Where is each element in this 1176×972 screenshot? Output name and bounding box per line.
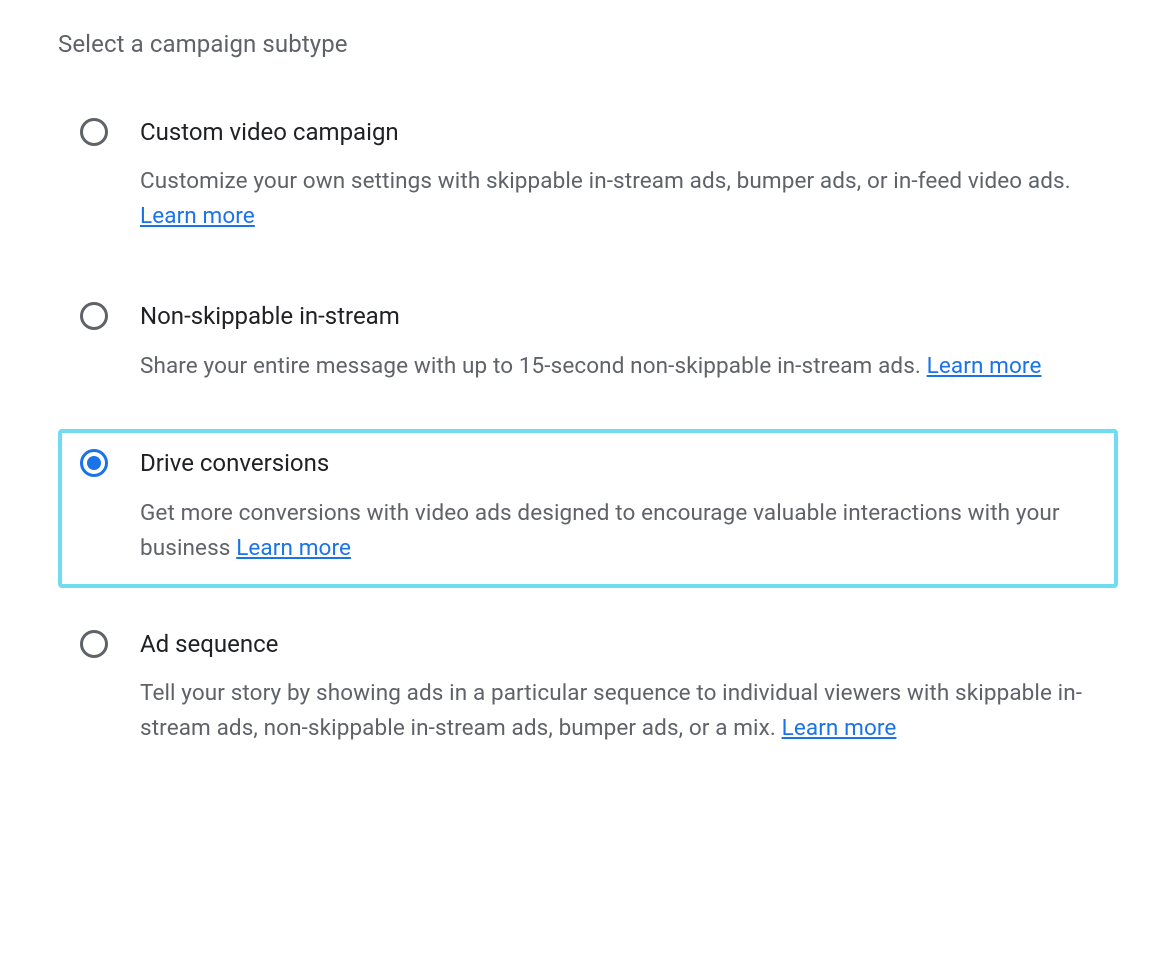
option-desc-text: Customize your own settings with skippab… xyxy=(140,168,1071,194)
option-description: Tell your story by showing ads in a part… xyxy=(140,676,1102,746)
radio-icon[interactable] xyxy=(80,118,108,146)
radio-icon[interactable] xyxy=(80,302,108,330)
campaign-subtype-options: Custom video campaign Customize your own… xyxy=(58,98,1118,768)
option-desc-text: Tell your story by showing ads in a part… xyxy=(140,680,1082,741)
option-desc-text: Share your entire message with up to 15-… xyxy=(140,353,927,379)
radio-icon[interactable] xyxy=(80,630,108,658)
option-custom-video-campaign[interactable]: Custom video campaign Customize your own… xyxy=(58,98,1118,256)
option-body: Custom video campaign Customize your own… xyxy=(140,116,1102,234)
option-description: Customize your own settings with skippab… xyxy=(140,164,1102,234)
option-ad-sequence[interactable]: Ad sequence Tell your story by showing a… xyxy=(58,610,1118,768)
learn-more-link[interactable]: Learn more xyxy=(927,353,1042,379)
radio-icon[interactable] xyxy=(80,449,108,477)
learn-more-link[interactable]: Learn more xyxy=(140,203,255,229)
option-drive-conversions[interactable]: Drive conversions Get more conversions w… xyxy=(58,429,1118,587)
option-description: Share your entire message with up to 15-… xyxy=(140,349,1102,384)
option-body: Non-skippable in-stream Share your entir… xyxy=(140,300,1102,383)
option-title: Drive conversions xyxy=(140,447,1102,479)
option-body: Drive conversions Get more conversions w… xyxy=(140,447,1102,565)
option-title: Ad sequence xyxy=(140,628,1102,660)
option-non-skippable-in-stream[interactable]: Non-skippable in-stream Share your entir… xyxy=(58,282,1118,405)
option-title: Non-skippable in-stream xyxy=(140,300,1102,332)
learn-more-link[interactable]: Learn more xyxy=(782,715,897,741)
section-title: Select a campaign subtype xyxy=(58,30,1118,58)
option-body: Ad sequence Tell your story by showing a… xyxy=(140,628,1102,746)
learn-more-link[interactable]: Learn more xyxy=(236,535,351,561)
option-title: Custom video campaign xyxy=(140,116,1102,148)
option-description: Get more conversions with video ads desi… xyxy=(140,496,1102,566)
